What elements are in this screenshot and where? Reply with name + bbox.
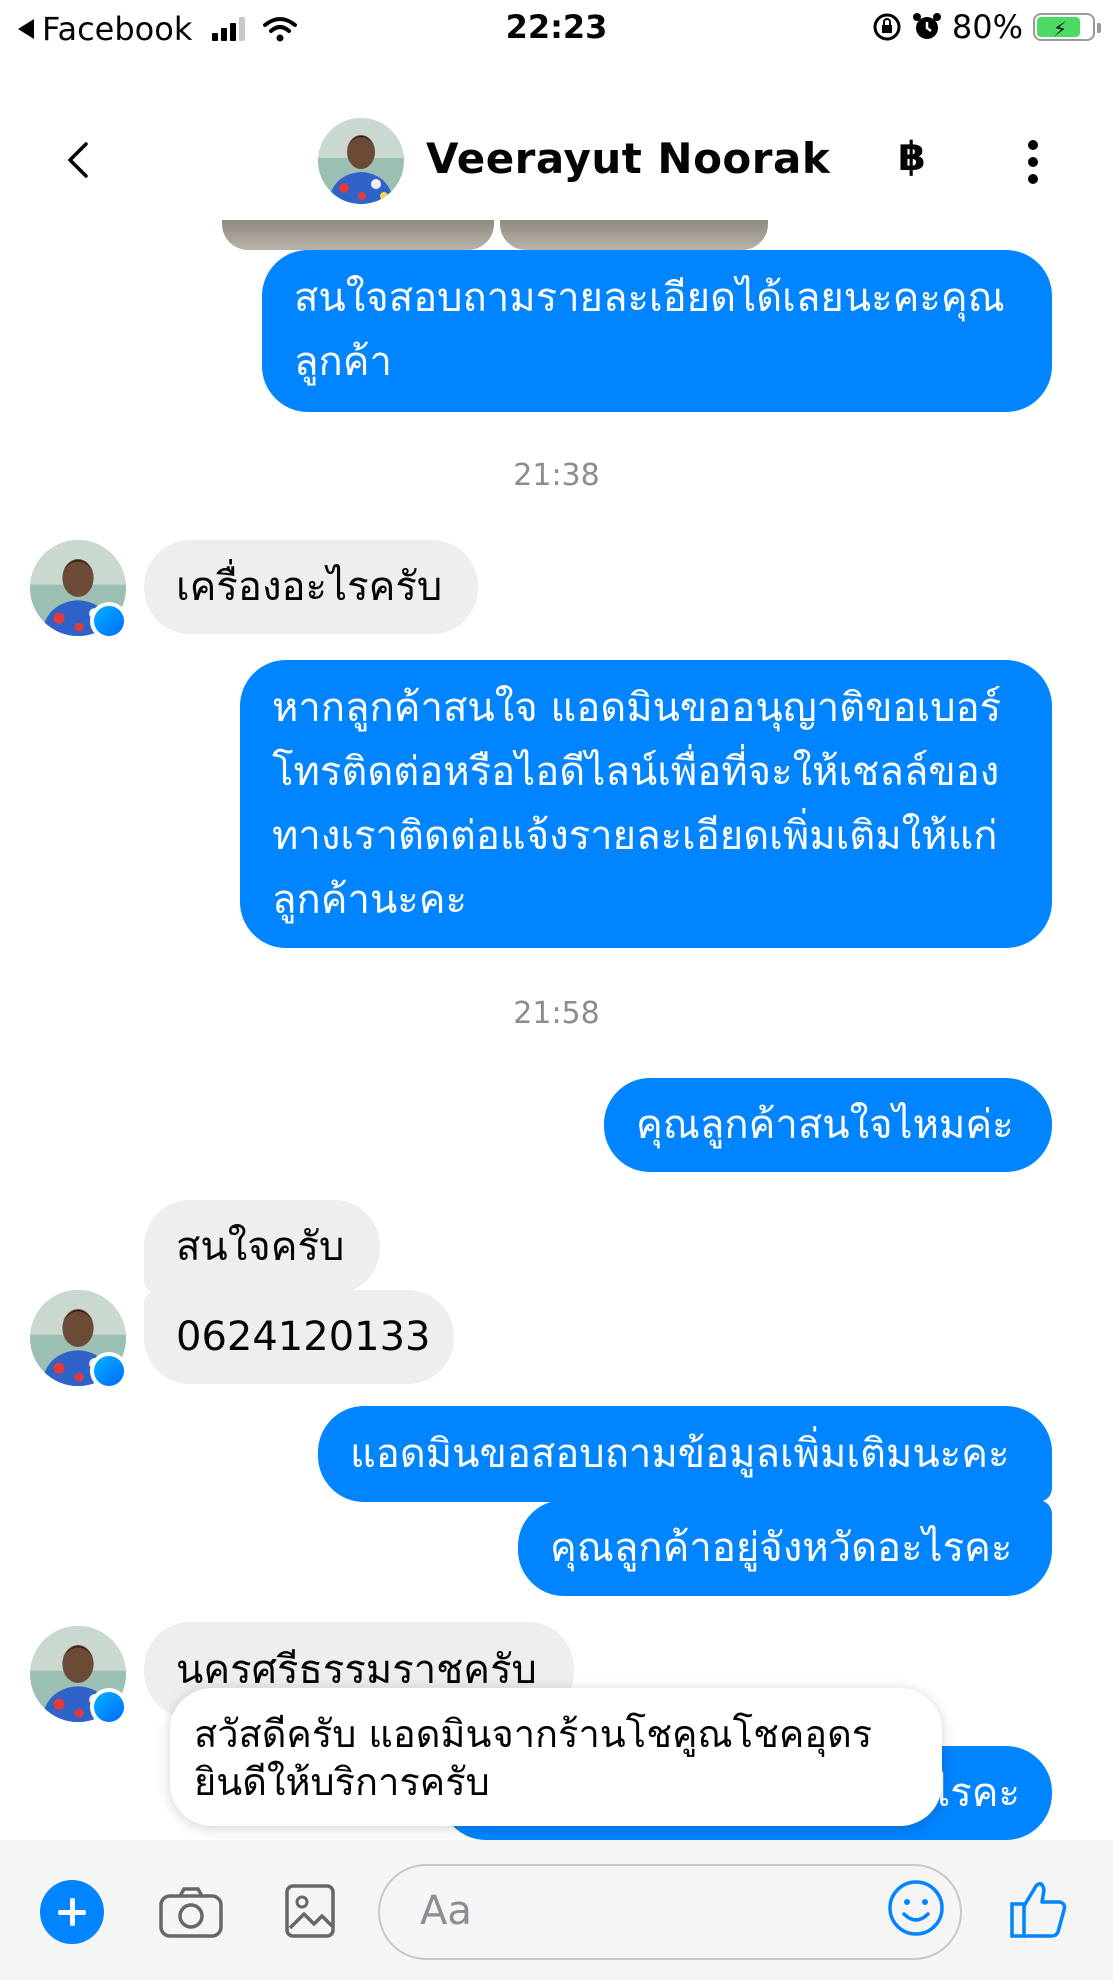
- contact-avatar[interactable]: [318, 118, 404, 204]
- message-text: หากลูกค้าสนใจ แอดมินขออนุญาติขอเบอร์โทรต…: [272, 685, 1002, 923]
- outgoing-message[interactable]: แอดมินขอสอบถามข้อมูลเพิ่มเติมนะคะ: [318, 1406, 1052, 1502]
- emoji-icon[interactable]: [886, 1878, 946, 1938]
- outgoing-message[interactable]: คุณลูกค้าอยู่จังหวัดอะไรคะ: [518, 1500, 1052, 1596]
- outgoing-message[interactable]: สนใจสอบถามรายละเอียดได้เลยนะคะคุณลูกค้า: [262, 250, 1052, 412]
- message-text: สนใจครับ: [176, 1224, 345, 1270]
- sender-avatar[interactable]: [30, 540, 128, 640]
- status-bar: Facebook 22:23 80% ⚡: [0, 0, 1113, 56]
- timestamp: 21:38: [513, 458, 600, 493]
- battery-icon: ⚡: [1033, 13, 1101, 41]
- outgoing-message[interactable]: คุณลูกค้าสนใจไหมค่ะ: [604, 1078, 1052, 1172]
- battery-percent: 80%: [951, 8, 1023, 46]
- message-text: เครื่องอะไรครับ: [176, 564, 443, 610]
- incoming-message[interactable]: เครื่องอะไรครับ: [144, 540, 478, 634]
- rotation-lock-icon: [873, 13, 901, 41]
- sender-avatar[interactable]: [30, 1290, 128, 1390]
- message-text: 0624120133: [176, 1314, 431, 1360]
- message-text: คุณลูกค้าสนใจไหมค่ะ: [636, 1102, 1014, 1148]
- more-options-icon[interactable]: [1028, 140, 1042, 184]
- payment-baht-icon[interactable]: ฿: [898, 134, 926, 180]
- message-text: แอดมินขอสอบถามข้อมูลเพิ่มเติมนะคะ: [350, 1431, 1010, 1477]
- message-text: สนใจสอบถามรายละเอียดได้เลยนะคะคุณลูกค้า: [294, 275, 1005, 385]
- message-text: คุณลูกค้าอยู่จังหวัดอะไรคะ: [550, 1525, 1013, 1571]
- back-button[interactable]: [56, 136, 104, 184]
- incoming-message[interactable]: 0624120133: [144, 1290, 454, 1384]
- suggested-reply-text: สวัสดีครับ แอดมินจากร้านโชคูณโชคอุดร ยิน…: [194, 1712, 873, 1804]
- incoming-message[interactable]: สนใจครับ: [144, 1200, 380, 1294]
- message-composer: Aa: [0, 1840, 1113, 1980]
- camera-icon[interactable]: [158, 1886, 224, 1938]
- photo-attachment[interactable]: [222, 220, 494, 250]
- message-text: นครศรีธรรมราชครับ: [176, 1647, 537, 1693]
- thumbs-up-icon[interactable]: [1008, 1878, 1070, 1940]
- gallery-icon[interactable]: [284, 1880, 336, 1940]
- message-input-placeholder: Aa: [420, 1888, 472, 1934]
- outgoing-message[interactable]: หากลูกค้าสนใจ แอดมินขออนุญาติขอเบอร์โทรต…: [240, 660, 1052, 948]
- alarm-icon: [912, 13, 941, 39]
- messenger-badge-icon: [90, 602, 128, 640]
- add-icon[interactable]: [40, 1880, 104, 1944]
- suggested-reply-card[interactable]: สวัสดีครับ แอดมินจากร้านโชคูณโชคอุดร ยิน…: [170, 1688, 942, 1826]
- sender-avatar[interactable]: [30, 1626, 128, 1726]
- message-text: ไรคะ: [930, 1770, 1020, 1816]
- messenger-badge-icon: [90, 1688, 128, 1726]
- message-input[interactable]: Aa: [378, 1864, 962, 1960]
- contact-name[interactable]: Veerayut Noorak: [426, 134, 830, 183]
- photo-attachment[interactable]: [500, 220, 768, 250]
- timestamp: 21:58: [513, 996, 600, 1031]
- status-right: 80% ⚡: [872, 8, 1101, 46]
- conversation-header: Veerayut Noorak ฿: [0, 100, 1113, 220]
- messenger-badge-icon: [90, 1352, 128, 1390]
